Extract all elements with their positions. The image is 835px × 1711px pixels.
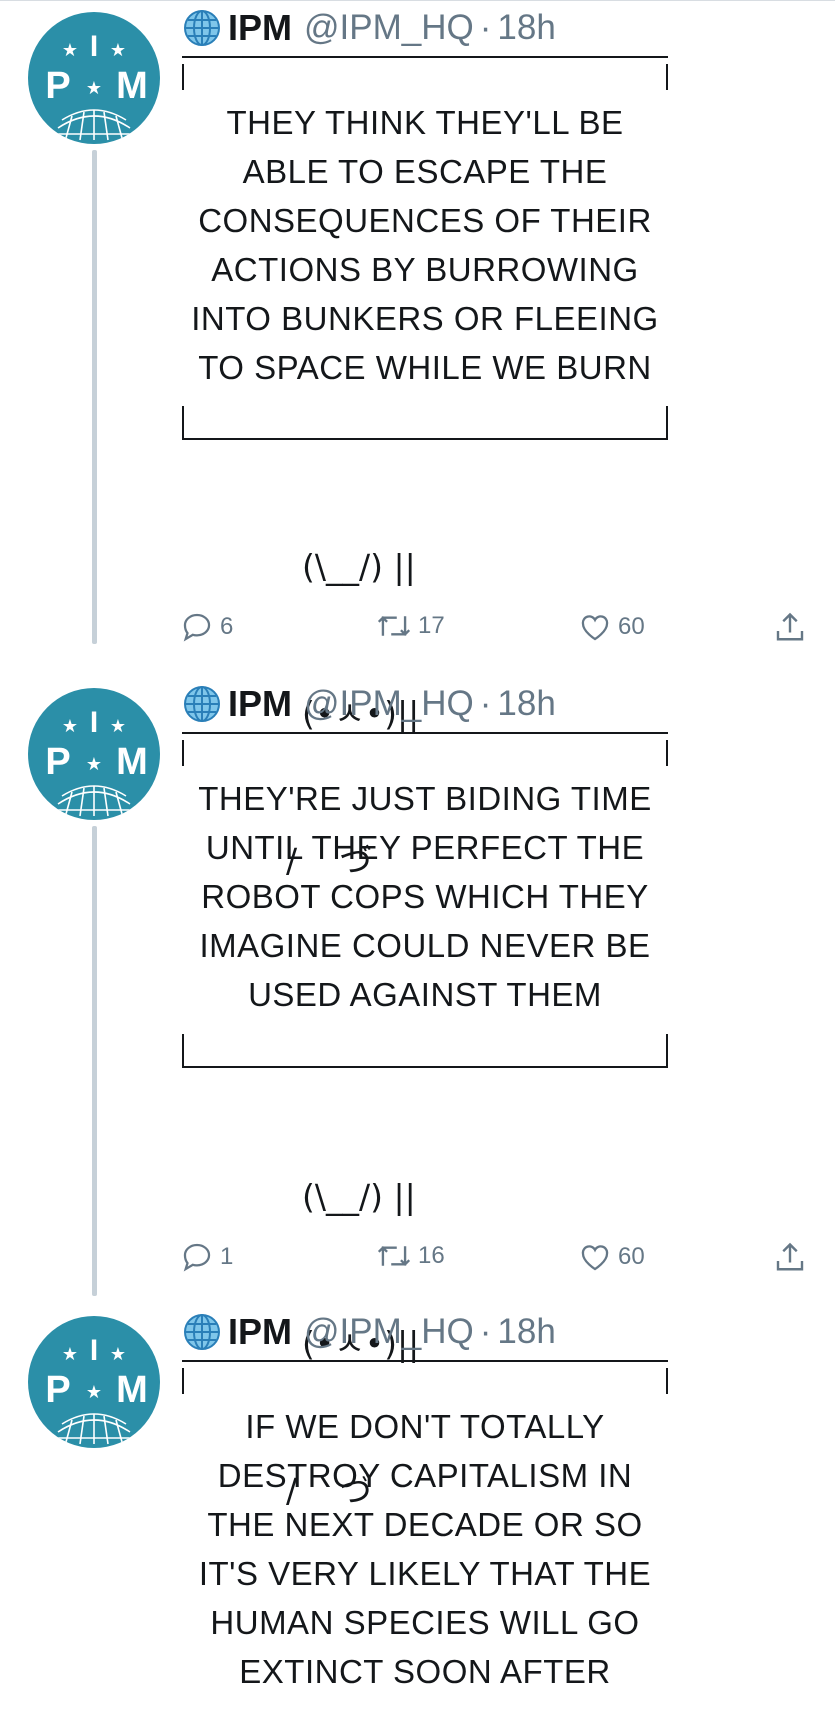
avatar[interactable]: I ★ ★ P ★ M bbox=[28, 1316, 160, 1448]
tweet-actions: 6 17 60 bbox=[180, 610, 820, 650]
like-count: 60 bbox=[618, 613, 645, 640]
share-button[interactable] bbox=[772, 1240, 814, 1276]
share-icon bbox=[776, 1242, 804, 1271]
svg-text:★: ★ bbox=[110, 40, 126, 61]
tweet-header: IPM @IPM_HQ · 18h bbox=[182, 682, 556, 726]
sign-box: THEY'RE JUST BIDING TIME UNTIL THEY PERF… bbox=[182, 732, 668, 1072]
heart-icon bbox=[581, 615, 609, 641]
display-name[interactable]: IPM bbox=[228, 7, 292, 49]
tweet[interactable]: I ★ ★ P ★ M IPM @IPM_HQ · 18h bbox=[0, 0, 835, 880]
retweet-icon bbox=[377, 1246, 411, 1266]
svg-text:P: P bbox=[45, 741, 70, 783]
tweet-header: IPM @IPM_HQ · 18h bbox=[182, 1310, 556, 1354]
avatar[interactable]: I ★ ★ P ★ M bbox=[28, 12, 160, 144]
sign-box: THEY THINK THEY'LL BE ABLE TO ESCAPE THE… bbox=[182, 56, 668, 442]
thread-connector bbox=[92, 826, 97, 1296]
timestamp[interactable]: 18h bbox=[497, 8, 555, 48]
avatar[interactable]: I ★ ★ P ★ M bbox=[28, 688, 160, 820]
svg-text:★: ★ bbox=[110, 1344, 126, 1365]
user-handle[interactable]: @IPM_HQ bbox=[304, 1312, 474, 1352]
tweet-text: THEY'RE JUST BIDING TIME UNTIL THEY PERF… bbox=[198, 780, 652, 1013]
svg-text:★: ★ bbox=[62, 40, 78, 61]
tweet[interactable]: I ★ ★ P ★ M IPM @IPM_HQ · 18h bbox=[0, 1304, 835, 1711]
reply-icon bbox=[183, 1243, 211, 1272]
svg-text:★: ★ bbox=[86, 1382, 102, 1403]
globe-icon bbox=[184, 686, 220, 722]
retweet-count: 16 bbox=[418, 1242, 445, 1269]
svg-text:★: ★ bbox=[86, 754, 102, 775]
tweet[interactable]: I ★ ★ P ★ M IPM @IPM_HQ · 18h bbox=[0, 676, 835, 1510]
user-handle[interactable]: @IPM_HQ bbox=[304, 8, 474, 48]
share-icon bbox=[776, 612, 804, 641]
retweet-button[interactable]: 17 bbox=[376, 610, 445, 642]
like-button[interactable]: 60 bbox=[578, 610, 645, 644]
display-name[interactable]: IPM bbox=[228, 1311, 292, 1353]
tweet-text: IF WE DON'T TOTALLY DESTROY CAPITALISM I… bbox=[198, 1408, 652, 1690]
globe-icon bbox=[184, 1314, 220, 1350]
svg-text:★: ★ bbox=[86, 78, 102, 99]
display-name[interactable]: IPM bbox=[228, 683, 292, 725]
svg-text:M: M bbox=[116, 741, 148, 783]
retweet-count: 17 bbox=[418, 612, 445, 639]
tweet-actions: 1 16 60 bbox=[180, 1240, 820, 1280]
globe-icon bbox=[184, 10, 220, 46]
avatar-letter-left: P bbox=[45, 65, 70, 107]
like-count: 60 bbox=[618, 1243, 645, 1270]
separator-dot: · bbox=[479, 8, 492, 47]
svg-text:P: P bbox=[45, 1369, 70, 1411]
separator-dot: · bbox=[479, 684, 492, 723]
svg-text:★: ★ bbox=[62, 716, 78, 737]
timestamp[interactable]: 18h bbox=[497, 1312, 555, 1352]
reply-button[interactable]: 6 bbox=[180, 610, 233, 644]
tweet-text: THEY THINK THEY'LL BE ABLE TO ESCAPE THE… bbox=[191, 104, 659, 386]
svg-text:★: ★ bbox=[62, 1344, 78, 1365]
reply-count: 6 bbox=[220, 613, 234, 640]
reply-count: 1 bbox=[220, 1243, 234, 1270]
tweet-header: IPM @IPM_HQ · 18h bbox=[182, 6, 556, 50]
retweet-button[interactable]: 16 bbox=[376, 1240, 445, 1272]
like-button[interactable]: 60 bbox=[578, 1240, 645, 1274]
user-handle[interactable]: @IPM_HQ bbox=[304, 684, 474, 724]
svg-text:I: I bbox=[90, 706, 98, 739]
svg-text:I: I bbox=[90, 1334, 98, 1367]
share-button[interactable] bbox=[772, 610, 814, 646]
thread-connector bbox=[92, 150, 97, 644]
timestamp[interactable]: 18h bbox=[497, 684, 555, 724]
svg-text:M: M bbox=[116, 1369, 148, 1411]
heart-icon bbox=[581, 1245, 609, 1271]
reply-button[interactable]: 1 bbox=[180, 1240, 233, 1274]
sign-box: IF WE DON'T TOTALLY DESTROY CAPITALISM I… bbox=[182, 1360, 668, 1711]
avatar-letter-top: I bbox=[90, 30, 98, 63]
reply-icon bbox=[183, 613, 211, 642]
retweet-icon bbox=[377, 616, 411, 636]
avatar-letter-right: M bbox=[116, 65, 148, 107]
separator-dot: · bbox=[479, 1312, 492, 1351]
svg-text:★: ★ bbox=[110, 716, 126, 737]
